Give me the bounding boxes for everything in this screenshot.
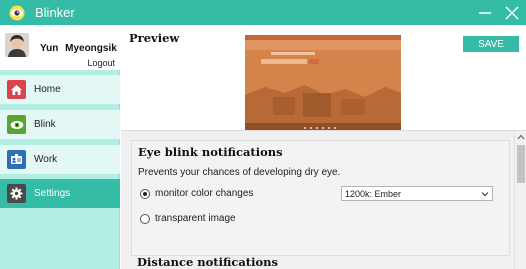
eye-blink-card: Eye blink notifications Prevents your ch… (131, 140, 510, 256)
gear-icon (7, 184, 26, 203)
scroll-up-arrow-icon[interactable] (517, 134, 525, 140)
sidebar-item-settings[interactable]: Settings (0, 179, 120, 208)
id-badge-icon (7, 150, 26, 169)
avatar (5, 33, 29, 57)
eye-blink-title: Eye blink notifications (138, 145, 283, 159)
settings-scroll-area: Eye blink notifications Prevents your ch… (121, 130, 526, 269)
monitor-color-radio[interactable]: monitor color changes (140, 188, 253, 199)
sidebar-item-label: Blink (34, 119, 56, 130)
sidebar-item-work[interactable]: Work (0, 145, 120, 174)
main-panel: Preview SAVE Eye blink notifications Pre (121, 25, 526, 269)
app-title: Blinker (35, 5, 75, 20)
eye-blink-description: Prevents your chances of developing dry … (138, 167, 341, 178)
transparent-image-radio[interactable]: transparent image (140, 213, 236, 224)
color-temperature-select[interactable]: 1200k: Ember (341, 186, 493, 201)
transparent-image-label: transparent image (155, 213, 236, 224)
chevron-down-icon (481, 192, 489, 197)
sidebar-item-label: Home (34, 84, 61, 95)
user-profile: Yun Myeongsik Logout (0, 25, 120, 70)
vertical-scrollbar[interactable] (514, 131, 526, 269)
close-icon (505, 5, 519, 20)
title-bar: Blinker (0, 0, 526, 25)
sidebar: Yun Myeongsik Logout Home Blink Work Set… (0, 25, 120, 269)
house-icon (7, 80, 26, 99)
eye-icon (7, 115, 26, 134)
distance-title: Distance notifications (137, 255, 278, 269)
sidebar-item-blink[interactable]: Blink (0, 110, 120, 139)
sidebar-item-home[interactable]: Home (0, 75, 120, 104)
color-temperature-value: 1200k: Ember (345, 188, 402, 199)
logout-link[interactable]: Logout (87, 58, 115, 68)
radio-button-checked[interactable] (140, 188, 150, 199)
user-name: Yun Myeongsik (40, 43, 117, 54)
scrollbar-thumb[interactable] (517, 145, 525, 183)
minimize-icon (479, 11, 491, 14)
sidebar-item-label: Settings (34, 188, 71, 199)
minimize-button[interactable] (473, 0, 497, 25)
radio-button[interactable] (140, 213, 150, 224)
preview-title: Preview (129, 31, 180, 45)
monitor-color-label: monitor color changes (155, 188, 254, 199)
preview-image (245, 35, 401, 133)
sidebar-item-label: Work (34, 154, 58, 165)
close-button[interactable] (500, 0, 524, 25)
save-button[interactable]: SAVE (463, 36, 519, 52)
blinker-logo-icon (9, 5, 25, 21)
